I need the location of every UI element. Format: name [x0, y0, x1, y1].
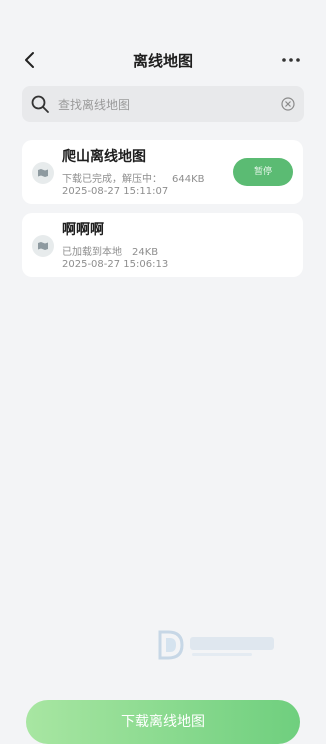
search-bar [22, 86, 304, 124]
map-status-line: 已加载到本地 24KB [62, 243, 158, 258]
clear-icon [281, 97, 295, 111]
map-size: 644KB [172, 174, 205, 185]
page-title: 离线地图 [132, 52, 193, 70]
map-name: 爬山离线地图 [62, 149, 146, 165]
search-input[interactable] [56, 86, 280, 124]
map-date: 2025-08-27 15:11:07 [62, 186, 169, 197]
map-list-item[interactable]: 爬山离线地图 下载已完成，解压中： 644KB 2025-08-27 15:11:… [22, 140, 303, 204]
header: 离线地图 [0, 40, 326, 80]
clear-search-button[interactable] [280, 96, 296, 112]
pause-button[interactable]: 暂停 [233, 158, 293, 186]
map-date: 2025-08-27 15:06:13 [62, 259, 169, 270]
watermark-logo [156, 628, 280, 662]
download-offline-map-button[interactable]: 下载离线地图 [26, 700, 300, 744]
more-button[interactable] [280, 49, 302, 71]
status-bar [0, 0, 326, 32]
map-list-item[interactable]: 啊啊啊 已加载到本地 24KB 2025-08-27 15:06:13 [22, 213, 303, 277]
map-size: 24KB [132, 247, 159, 258]
search-icon [31, 95, 49, 113]
more-icon [282, 58, 300, 62]
map-status: 下载已完成，解压中： [62, 174, 162, 185]
map-status-line: 下载已完成，解压中： 644KB [62, 170, 205, 185]
map-icon [32, 235, 54, 257]
map-name: 啊啊啊 [62, 222, 104, 238]
map-status: 已加载到本地 [62, 247, 122, 258]
map-icon [32, 162, 54, 184]
